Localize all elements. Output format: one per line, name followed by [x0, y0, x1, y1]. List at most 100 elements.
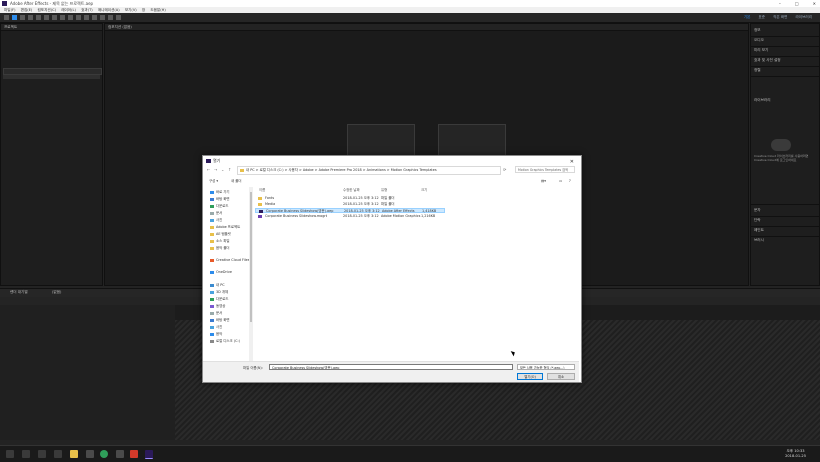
- column-name[interactable]: 이름: [259, 187, 265, 193]
- nav-item[interactable]: 바로 가기: [210, 189, 230, 194]
- menu-composition[interactable]: 컴포지션(C): [37, 8, 56, 12]
- address-bar[interactable]: 내 PC > 로컬 디스크 (C:) > 사용자 > Adobe > Adobe…: [237, 166, 501, 175]
- menu-edit[interactable]: 편집(E): [21, 8, 33, 12]
- help-icon[interactable]: ?: [569, 177, 571, 185]
- workspace-small-screen[interactable]: 작은 화면: [773, 14, 787, 21]
- refresh-icon[interactable]: ⟳: [503, 167, 506, 172]
- file-row[interactable]: Fonts 2018-01-25 오후 3:12 파일 폴더: [255, 196, 445, 201]
- nav-item[interactable]: 로컬 디스크 (C:): [210, 338, 240, 343]
- camera-tool-icon[interactable]: [44, 15, 49, 20]
- chrome-icon[interactable]: [100, 450, 108, 458]
- panel-character[interactable]: 문자: [754, 208, 761, 213]
- task-view-icon[interactable]: [38, 450, 46, 458]
- after-effects-taskbar-icon[interactable]: [145, 450, 153, 459]
- store-icon[interactable]: [86, 450, 94, 458]
- preview-pane-icon[interactable]: ▭: [559, 177, 562, 185]
- file-row-selected[interactable]: Corporate Business Slideshow(영문).aep 201…: [255, 208, 445, 213]
- nav-item[interactable]: 문서: [210, 310, 222, 315]
- panel-effects-presets[interactable]: 효과 및 사전 설정: [754, 58, 781, 63]
- back-icon[interactable]: ←: [207, 167, 210, 172]
- nav-item[interactable]: 동영상: [210, 303, 225, 308]
- zoom-tool-icon[interactable]: [28, 15, 33, 20]
- pen-tool-icon[interactable]: [68, 15, 73, 20]
- home-icon[interactable]: [4, 15, 9, 20]
- view-options-icon[interactable]: ▤▾: [541, 177, 546, 185]
- cancel-button[interactable]: 취소: [547, 373, 575, 380]
- organize-button[interactable]: 구성 ▾: [209, 177, 218, 185]
- panel-paint[interactable]: 페인트: [754, 228, 764, 233]
- nav-item[interactable]: 사진: [210, 324, 222, 329]
- nav-item[interactable]: 사진: [210, 217, 222, 222]
- render-queue-tab[interactable]: 렌더 대기열: [10, 290, 28, 295]
- nav-item[interactable]: 바탕 화면: [210, 196, 230, 201]
- search-input[interactable]: Motion Graphics Templates 검색: [515, 166, 575, 173]
- composition-tab[interactable]: 컴포지션 (없음): [105, 24, 748, 31]
- column-type[interactable]: 유형: [381, 187, 387, 193]
- pan-behind-tool-icon[interactable]: [52, 15, 57, 20]
- mail-icon[interactable]: [54, 450, 62, 458]
- timeline-tab[interactable]: (없음): [52, 290, 61, 295]
- nav-item[interactable]: 음악 폴더: [210, 245, 230, 250]
- recent-chevron-icon[interactable]: ⌄: [221, 167, 224, 172]
- file-row[interactable]: Media 2018-01-25 오후 3:12 파일 폴더: [255, 202, 445, 207]
- nav-item[interactable]: Adobe 프로젝트: [210, 224, 240, 229]
- nav-item[interactable]: 다운로드: [210, 203, 228, 208]
- nav-item[interactable]: OneDrive: [210, 270, 232, 274]
- up-icon[interactable]: ↑: [228, 167, 231, 172]
- nav-item[interactable]: 문서: [210, 210, 222, 215]
- panel-audio[interactable]: 오디오: [754, 38, 764, 43]
- maximize-icon[interactable]: □: [795, 0, 799, 7]
- search-icon[interactable]: [22, 450, 30, 458]
- system-clock[interactable]: 오후 10:33 2018-01-25: [785, 449, 806, 459]
- new-folder-button[interactable]: 새 폴더: [231, 177, 241, 185]
- puppet-tool-icon[interactable]: [116, 15, 121, 20]
- open-button[interactable]: 열기(O): [517, 373, 543, 380]
- acrobat-icon[interactable]: [130, 450, 138, 458]
- minimize-icon[interactable]: –: [779, 0, 781, 7]
- nav-scrollbar[interactable]: [249, 187, 253, 361]
- workspace-libraries[interactable]: 라이브러리: [795, 14, 812, 21]
- panel-info[interactable]: 정보: [754, 28, 761, 33]
- type-tool-icon[interactable]: [76, 15, 81, 20]
- nav-item[interactable]: 바탕 화면: [210, 317, 230, 322]
- menu-animation[interactable]: 애니메이션(A): [98, 8, 120, 12]
- filetype-select[interactable]: 모든 사용 가능한 형식 (*.aep...): [517, 364, 575, 370]
- menu-help[interactable]: 도움말(H): [150, 8, 165, 12]
- nav-item[interactable]: AE 템플릿: [210, 231, 231, 236]
- nav-item[interactable]: 다운로드: [210, 296, 228, 301]
- file-explorer-icon[interactable]: [70, 450, 78, 458]
- start-icon[interactable]: [6, 450, 14, 458]
- brush-tool-icon[interactable]: [84, 15, 89, 20]
- menu-window[interactable]: 창: [142, 8, 145, 12]
- app-icon[interactable]: [116, 450, 124, 458]
- workspace-standard[interactable]: 표준: [758, 14, 765, 21]
- panel-brushes[interactable]: 브러시: [754, 238, 764, 243]
- file-row[interactable]: Corporate Business Slideshow.mogrt 2018-…: [255, 214, 445, 219]
- workspace-default[interactable]: 기본: [744, 14, 751, 21]
- project-search-input[interactable]: [3, 68, 102, 75]
- filename-input[interactable]: Corporate Business Slideshow(영문).aep: [269, 364, 513, 370]
- nav-item[interactable]: Creative Cloud Files: [210, 258, 250, 262]
- nav-item[interactable]: 내 PC: [210, 282, 225, 287]
- roto-brush-tool-icon[interactable]: [108, 15, 113, 20]
- close-icon[interactable]: ✕: [813, 0, 816, 7]
- panel-libraries[interactable]: 라이브러리: [754, 98, 771, 103]
- panel-preview[interactable]: 미리 보기: [754, 48, 768, 53]
- nav-item[interactable]: 3D 개체: [210, 289, 228, 294]
- hand-tool-icon[interactable]: [20, 15, 25, 20]
- forward-icon[interactable]: →: [214, 167, 217, 172]
- selection-tool-icon[interactable]: [12, 15, 17, 20]
- menu-file[interactable]: 파일(F): [4, 8, 15, 12]
- panel-align[interactable]: 정렬: [754, 68, 761, 73]
- clone-tool-icon[interactable]: [92, 15, 97, 20]
- shape-tool-icon[interactable]: [60, 15, 65, 20]
- column-date[interactable]: 수정한 날짜: [343, 187, 360, 193]
- nav-scrollbar-thumb[interactable]: [250, 192, 252, 322]
- eraser-tool-icon[interactable]: [100, 15, 105, 20]
- project-tab[interactable]: 프로젝트: [1, 24, 102, 31]
- menu-layer[interactable]: 레이어(L): [61, 8, 76, 12]
- nav-item[interactable]: 소스 파일: [210, 238, 230, 243]
- menu-effect[interactable]: 효과(T): [81, 8, 93, 12]
- rotate-tool-icon[interactable]: [36, 15, 41, 20]
- column-size[interactable]: 크기: [421, 187, 427, 193]
